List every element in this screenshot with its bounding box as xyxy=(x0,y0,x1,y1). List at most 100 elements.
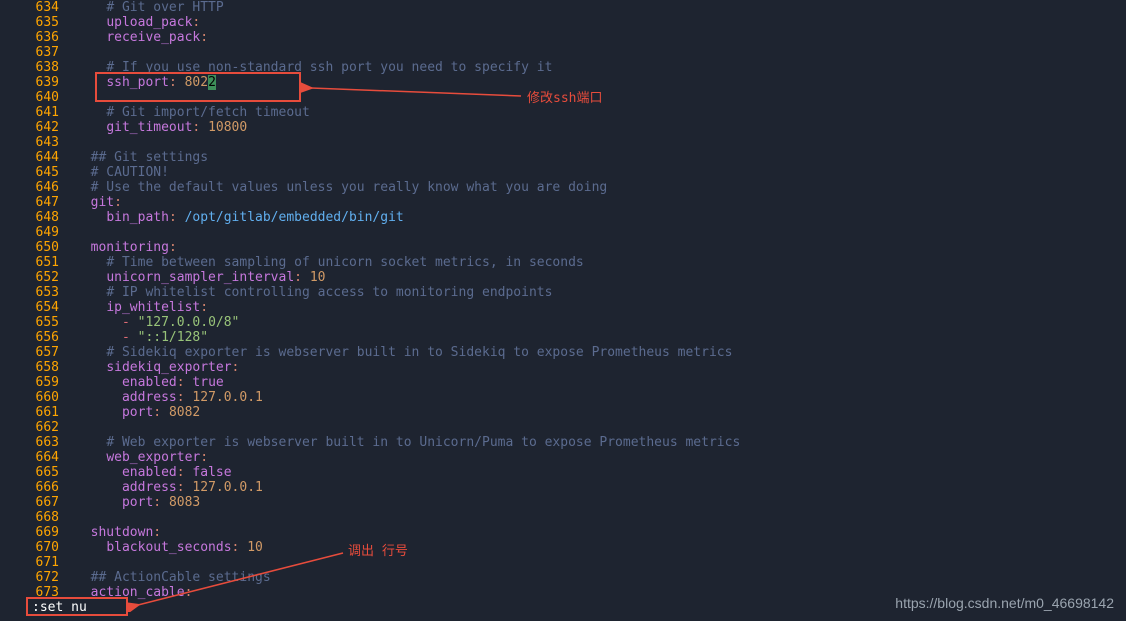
line-number: 644 xyxy=(0,150,75,165)
code-line[interactable]: 649 xyxy=(0,225,1126,240)
code-content[interactable]: unicorn_sampler_interval: 10 xyxy=(75,270,1126,285)
line-number: 647 xyxy=(0,195,75,210)
code-content[interactable]: ip_whitelist: xyxy=(75,300,1126,315)
code-line[interactable]: 655 - "127.0.0.0/8" xyxy=(0,315,1126,330)
line-number: 670 xyxy=(0,540,75,555)
code-content[interactable] xyxy=(75,420,1126,435)
code-line[interactable]: 654 ip_whitelist: xyxy=(0,300,1126,315)
code-content[interactable] xyxy=(75,45,1126,60)
code-line[interactable]: 656 - "::1/128" xyxy=(0,330,1126,345)
code-line[interactable]: 642 git_timeout: 10800 xyxy=(0,120,1126,135)
line-number: 650 xyxy=(0,240,75,255)
code-line[interactable]: 638 # If you use non-standard ssh port y… xyxy=(0,60,1126,75)
code-line[interactable]: 665 enabled: false xyxy=(0,465,1126,480)
line-number: 660 xyxy=(0,390,75,405)
code-content[interactable]: # CAUTION! xyxy=(75,165,1126,180)
code-content[interactable]: blackout_seconds: 10 xyxy=(75,540,1126,555)
code-line[interactable]: 670 blackout_seconds: 10 xyxy=(0,540,1126,555)
code-content[interactable]: # Web exporter is webserver built in to … xyxy=(75,435,1126,450)
code-line[interactable]: 639 ssh_port: 8022 xyxy=(0,75,1126,90)
code-line[interactable]: 647 git: xyxy=(0,195,1126,210)
code-content[interactable]: git_timeout: 10800 xyxy=(75,120,1126,135)
code-content[interactable]: receive_pack: xyxy=(75,30,1126,45)
code-content[interactable]: web_exporter: xyxy=(75,450,1126,465)
code-line[interactable]: 671 xyxy=(0,555,1126,570)
line-number: 669 xyxy=(0,525,75,540)
code-content[interactable] xyxy=(75,555,1126,570)
code-content[interactable]: address: 127.0.0.1 xyxy=(75,480,1126,495)
code-line[interactable]: 650 monitoring: xyxy=(0,240,1126,255)
code-line[interactable]: 667 port: 8083 xyxy=(0,495,1126,510)
code-line[interactable]: 669 shutdown: xyxy=(0,525,1126,540)
code-content[interactable] xyxy=(75,135,1126,150)
code-content[interactable]: - "127.0.0.0/8" xyxy=(75,315,1126,330)
line-number: 639 xyxy=(0,75,75,90)
code-content[interactable]: shutdown: xyxy=(75,525,1126,540)
code-content[interactable]: enabled: false xyxy=(75,465,1126,480)
code-line[interactable]: 666 address: 127.0.0.1 xyxy=(0,480,1126,495)
code-line[interactable]: 641 # Git import/fetch timeout xyxy=(0,105,1126,120)
code-line[interactable]: 662 xyxy=(0,420,1126,435)
line-number: 642 xyxy=(0,120,75,135)
code-line[interactable]: 644 ## Git settings xyxy=(0,150,1126,165)
code-editor[interactable]: 634 # Git over HTTP635 upload_pack:636 r… xyxy=(0,0,1126,600)
code-line[interactable]: 653 # IP whitelist controlling access to… xyxy=(0,285,1126,300)
code-content[interactable]: # If you use non-standard ssh port you n… xyxy=(75,60,1126,75)
code-content[interactable]: ## Git settings xyxy=(75,150,1126,165)
code-content[interactable] xyxy=(75,225,1126,240)
code-line[interactable]: 643 xyxy=(0,135,1126,150)
vim-command-line[interactable]: :set nu xyxy=(32,600,87,615)
code-content[interactable] xyxy=(75,510,1126,525)
code-line[interactable]: 648 bin_path: /opt/gitlab/embedded/bin/g… xyxy=(0,210,1126,225)
code-content[interactable]: monitoring: xyxy=(75,240,1126,255)
code-content[interactable]: port: 8083 xyxy=(75,495,1126,510)
code-content[interactable]: git: xyxy=(75,195,1126,210)
code-content[interactable]: ssh_port: 8022 xyxy=(75,75,1126,90)
code-content[interactable]: # Time between sampling of unicorn socke… xyxy=(75,255,1126,270)
line-number: 659 xyxy=(0,375,75,390)
code-content[interactable]: ## ActionCable settings xyxy=(75,570,1126,585)
code-content[interactable]: address: 127.0.0.1 xyxy=(75,390,1126,405)
line-number: 661 xyxy=(0,405,75,420)
line-number: 662 xyxy=(0,420,75,435)
code-content[interactable]: upload_pack: xyxy=(75,15,1126,30)
code-line[interactable]: 668 xyxy=(0,510,1126,525)
line-number: 653 xyxy=(0,285,75,300)
code-content[interactable]: # Git over HTTP xyxy=(75,0,1126,15)
code-line[interactable]: 652 unicorn_sampler_interval: 10 xyxy=(0,270,1126,285)
code-content[interactable]: bin_path: /opt/gitlab/embedded/bin/git xyxy=(75,210,1126,225)
line-number: 634 xyxy=(0,0,75,15)
code-line[interactable]: 646 # Use the default values unless you … xyxy=(0,180,1126,195)
line-number: 648 xyxy=(0,210,75,225)
watermark: https://blog.csdn.net/m0_46698142 xyxy=(895,596,1114,611)
line-number: 640 xyxy=(0,90,75,105)
code-line[interactable]: 636 receive_pack: xyxy=(0,30,1126,45)
code-line[interactable]: 635 upload_pack: xyxy=(0,15,1126,30)
code-content[interactable]: # Git import/fetch timeout xyxy=(75,105,1126,120)
line-number: 667 xyxy=(0,495,75,510)
code-content[interactable]: # IP whitelist controlling access to mon… xyxy=(75,285,1126,300)
code-line[interactable]: 664 web_exporter: xyxy=(0,450,1126,465)
code-content[interactable]: port: 8082 xyxy=(75,405,1126,420)
code-content[interactable]: sidekiq_exporter: xyxy=(75,360,1126,375)
code-line[interactable]: 651 # Time between sampling of unicorn s… xyxy=(0,255,1126,270)
code-line[interactable]: 663 # Web exporter is webserver built in… xyxy=(0,435,1126,450)
line-number: 664 xyxy=(0,450,75,465)
code-line[interactable]: 645 # CAUTION! xyxy=(0,165,1126,180)
code-line[interactable]: 634 # Git over HTTP xyxy=(0,0,1126,15)
code-line[interactable]: 660 address: 127.0.0.1 xyxy=(0,390,1126,405)
code-content[interactable]: # Sidekiq exporter is webserver built in… xyxy=(75,345,1126,360)
code-line[interactable]: 659 enabled: true xyxy=(0,375,1126,390)
line-number: 649 xyxy=(0,225,75,240)
code-line[interactable]: 657 # Sidekiq exporter is webserver buil… xyxy=(0,345,1126,360)
code-content[interactable]: # Use the default values unless you real… xyxy=(75,180,1126,195)
line-number: 668 xyxy=(0,510,75,525)
code-line[interactable]: 661 port: 8082 xyxy=(0,405,1126,420)
line-number: 652 xyxy=(0,270,75,285)
code-content[interactable]: - "::1/128" xyxy=(75,330,1126,345)
code-content[interactable]: enabled: true xyxy=(75,375,1126,390)
line-number: 651 xyxy=(0,255,75,270)
code-line[interactable]: 672 ## ActionCable settings xyxy=(0,570,1126,585)
code-line[interactable]: 658 sidekiq_exporter: xyxy=(0,360,1126,375)
code-line[interactable]: 637 xyxy=(0,45,1126,60)
